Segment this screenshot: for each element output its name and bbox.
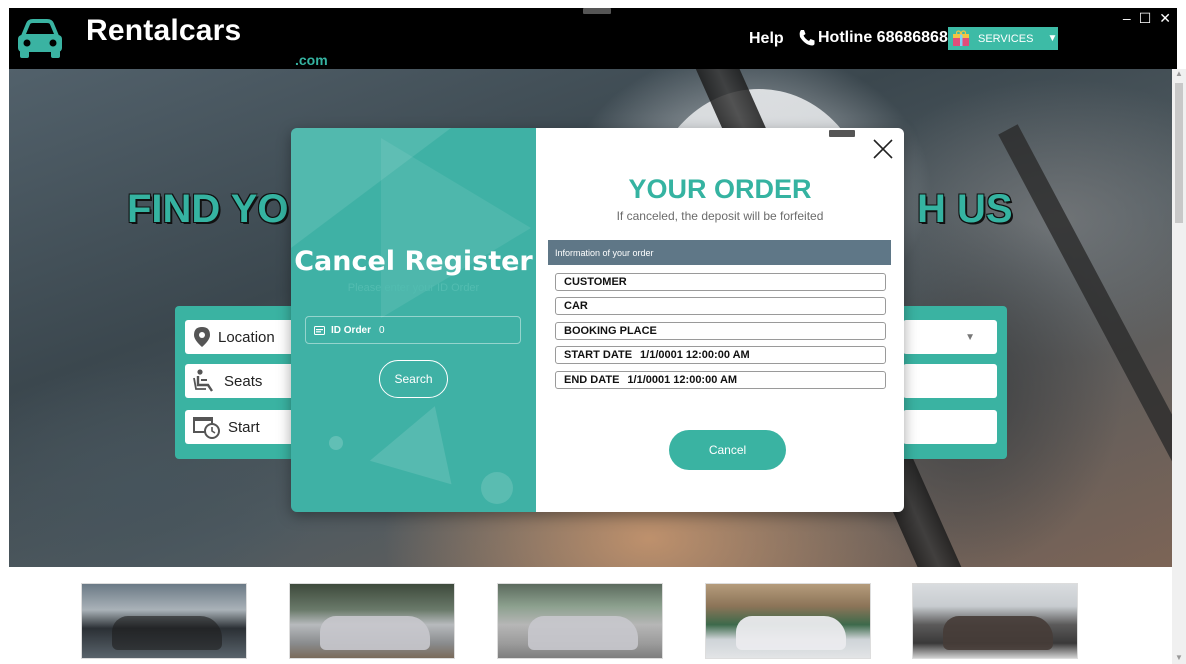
row-label: CAR [564, 300, 588, 312]
row-label: START DATE [564, 349, 633, 361]
cancel-register-panel: Cancel Register Please enter your ID Ord… [291, 128, 536, 512]
minimize-button[interactable]: – [1123, 10, 1131, 27]
car-shape [320, 616, 430, 650]
car-shape [112, 616, 222, 650]
help-link[interactable]: Help [749, 30, 784, 48]
window-controls: – ☐ ✕ [1123, 10, 1171, 27]
services-dropdown[interactable]: SERVICES ▼ [948, 27, 1058, 50]
maximize-button[interactable]: ☐ [1139, 10, 1152, 27]
brand-name[interactable]: Rentalcars [86, 14, 241, 48]
gift-icon [953, 30, 969, 46]
start-field[interactable]: Start [185, 410, 295, 444]
order-panel: YOUR ORDER If canceled, the deposit will… [536, 128, 904, 512]
booking-place-row: BOOKING PLACE [555, 322, 886, 340]
cancel-register-title: Cancel Register [294, 246, 533, 277]
your-order-subtitle: If canceled, the deposit will be forfeit… [616, 209, 824, 223]
caret-down-icon: ▼ [1047, 33, 1058, 44]
car-shape [943, 616, 1053, 650]
car-gallery [0, 567, 1172, 664]
scroll-up-icon[interactable]: ▲ [1175, 69, 1183, 78]
cancel-button[interactable]: Cancel [669, 430, 786, 470]
brand-suffix: .com [295, 52, 328, 68]
seat-icon [193, 369, 213, 392]
app-window: Rentalcars .com Help Hotline 6868686868 … [0, 0, 1186, 664]
services-label: SERVICES [978, 32, 1034, 45]
phone-icon [799, 30, 815, 46]
close-window-button[interactable]: ✕ [1159, 10, 1171, 27]
dropdown-caret-icon: ▼ [965, 331, 975, 343]
scroll-down-icon[interactable]: ▼ [1175, 653, 1183, 662]
row-value: 1/1/0001 12:00:00 AM [640, 349, 750, 361]
close-icon[interactable] [872, 138, 894, 160]
header-bar: Rentalcars .com Help Hotline 6868686868 … [9, 8, 1177, 69]
calendar-clock-icon [193, 417, 220, 439]
id-card-icon [314, 325, 325, 335]
car-photo-3[interactable] [497, 583, 663, 659]
drag-grip[interactable] [829, 130, 855, 137]
decor-triangle [361, 406, 452, 500]
seats-label: Seats [224, 372, 263, 390]
row-label: CUSTOMER [564, 276, 627, 288]
car-shape [528, 616, 638, 650]
strap-shape-2 [998, 124, 1172, 567]
input-field-2[interactable] [903, 364, 997, 398]
cancel-register-subtitle: Please enter your ID Order [347, 282, 480, 294]
cancel-register-dialog: Cancel Register Please enter your ID Ord… [291, 128, 904, 512]
id-order-value[interactable]: 0 [379, 325, 385, 336]
input-field-3[interactable] [903, 410, 997, 444]
location-label: Location [218, 328, 275, 346]
end-date-row: END DATE 1/1/0001 12:00:00 AM [555, 371, 886, 389]
car-photo-5[interactable] [912, 583, 1078, 659]
decor-dot [329, 436, 343, 450]
location-pin-icon [194, 327, 210, 347]
scrollbar-thumb[interactable] [1175, 83, 1183, 223]
car-photo-4[interactable] [705, 583, 871, 659]
id-order-label: ID Order [331, 324, 372, 336]
hero-title-right: H US [917, 187, 1013, 231]
location-field[interactable]: Location [185, 320, 295, 354]
car-shape [736, 616, 846, 650]
car-photo-2[interactable] [289, 583, 455, 659]
drag-grip[interactable] [583, 8, 611, 14]
seats-field[interactable]: Seats [185, 364, 295, 398]
row-value: 1/1/0001 12:00:00 AM [627, 374, 738, 386]
car-photo-1[interactable] [81, 583, 247, 659]
decor-dot [481, 472, 513, 504]
id-order-input[interactable]: ID Order 0 [305, 316, 521, 344]
vertical-scrollbar[interactable]: ▲ ▼ [1172, 69, 1186, 664]
search-button[interactable]: Search [379, 360, 448, 398]
row-label: END DATE [564, 374, 620, 386]
start-label: Start [228, 418, 260, 436]
order-info-header: Information of your order [548, 240, 891, 265]
car-row: CAR [555, 297, 886, 315]
car-logo-icon[interactable] [15, 16, 65, 60]
your-order-title: YOUR ORDER [628, 174, 812, 204]
customer-row: CUSTOMER [555, 273, 886, 291]
start-date-row: START DATE 1/1/0001 12:00:00 AM [555, 346, 886, 364]
hero-title-left: FIND YO [127, 187, 289, 231]
dropdown-field[interactable]: ▼ [903, 320, 997, 354]
hotline-text: Hotline 6868686868 [818, 29, 948, 46]
row-label: BOOKING PLACE [564, 325, 657, 337]
